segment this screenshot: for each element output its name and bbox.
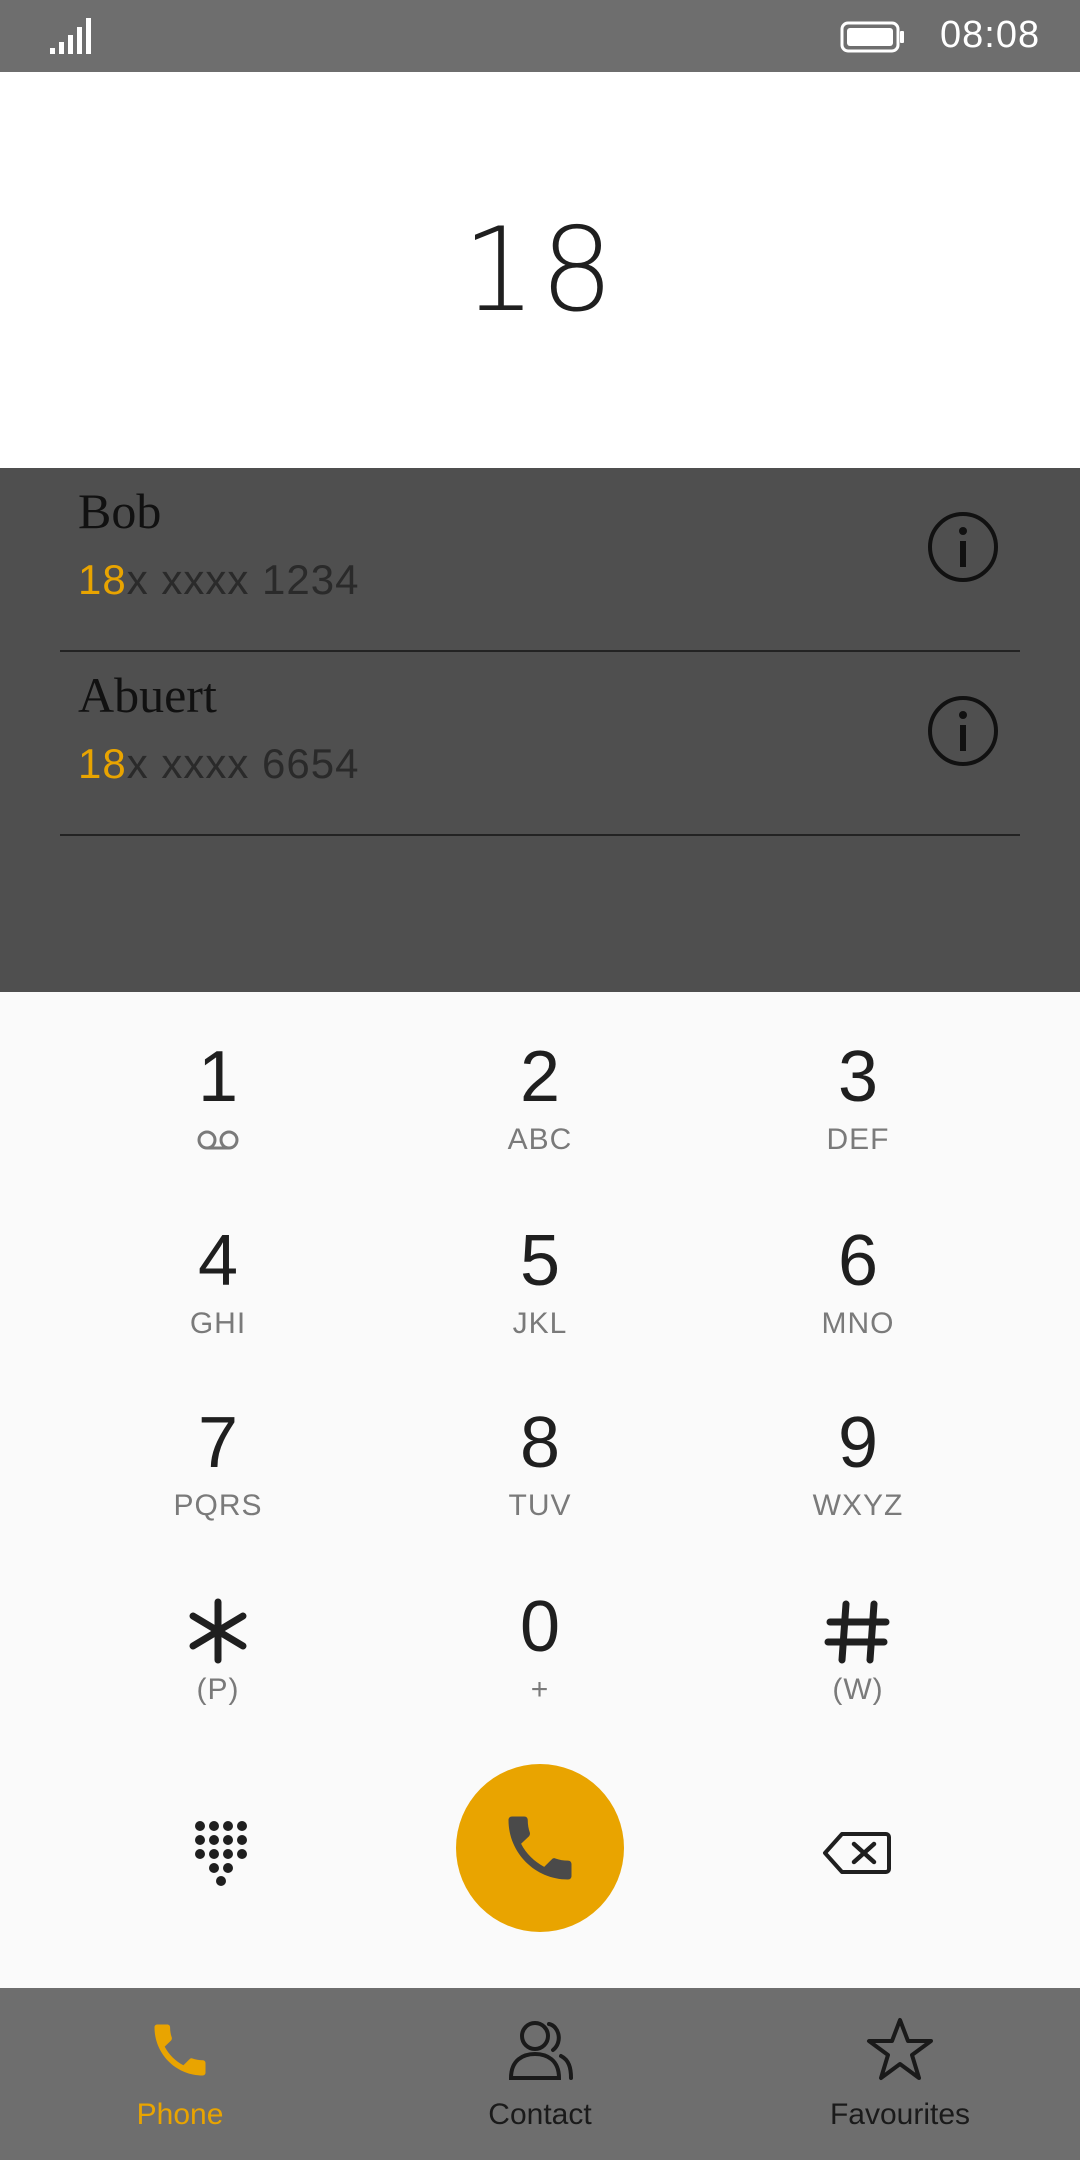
key-digit: 8	[519, 1403, 561, 1483]
contact-name: Bob	[78, 483, 162, 539]
key-hash[interactable]: (W)	[758, 1582, 958, 1732]
key-1[interactable]: 1	[118, 1032, 318, 1182]
key-letters: +	[530, 1673, 550, 1706]
key-digit: 0	[519, 1587, 561, 1667]
key-letters: (W)	[832, 1673, 884, 1706]
key-digit: 3	[837, 1037, 879, 1117]
key-letters: ABC	[507, 1123, 573, 1156]
status-time: 08:08	[940, 14, 1041, 56]
number-match-highlight: 18	[78, 740, 127, 787]
key-4[interactable]: 4 GHI	[118, 1216, 318, 1366]
key-digit: 2	[519, 1037, 561, 1117]
key-2[interactable]: 2 ABC	[440, 1032, 640, 1182]
matching-contacts-list: Bob 18x xxxx 1234 Abuert 18x xxxx 6654	[0, 468, 1080, 992]
hash-icon	[824, 1600, 890, 1664]
phone-icon	[154, 2024, 206, 2076]
key-star[interactable]: (P)	[118, 1582, 318, 1732]
dialed-number: 18	[462, 202, 618, 338]
number-rest: x xxxx 1234	[126, 556, 360, 603]
key-letters: (P)	[196, 1673, 240, 1706]
key-digit: 1	[197, 1037, 239, 1117]
key-letters: MNO	[821, 1307, 895, 1340]
nav-label: Phone	[136, 2098, 224, 2131]
key-letters: WXYZ	[812, 1489, 904, 1522]
nav-tab-favourites[interactable]: Favourites	[760, 1988, 1040, 2160]
info-icon[interactable]	[926, 510, 1000, 584]
key-6[interactable]: 6 MNO	[758, 1216, 958, 1366]
contact-result-item[interactable]: Bob 18x xxxx 1234	[60, 468, 1020, 652]
contact-number: 18x xxxx 1234	[78, 556, 360, 604]
key-digit: 9	[837, 1403, 879, 1483]
key-5[interactable]: 5 JKL	[440, 1216, 640, 1366]
dialed-number-display: 18	[0, 72, 1080, 468]
dialer-action-row	[0, 1758, 1080, 1938]
key-digit: 4	[197, 1221, 239, 1301]
key-letters: JKL	[512, 1307, 568, 1340]
key-8[interactable]: 8 TUV	[440, 1398, 640, 1548]
phone-icon	[508, 1816, 572, 1880]
dialpad-icon[interactable]	[190, 1818, 256, 1888]
nav-label: Favourites	[829, 2098, 971, 2131]
status-bar: 08:08	[0, 0, 1080, 72]
contact-number: 18x xxxx 6654	[78, 740, 360, 788]
key-letters: PQRS	[173, 1489, 263, 1522]
signal-icon	[50, 18, 91, 54]
voicemail-icon	[197, 1130, 239, 1150]
key-9[interactable]: 9 WXYZ	[758, 1398, 958, 1548]
key-digit: 5	[519, 1221, 561, 1301]
call-button[interactable]	[456, 1764, 624, 1932]
nav-tab-phone[interactable]: Phone	[40, 1988, 320, 2160]
backspace-icon[interactable]	[822, 1830, 892, 1876]
key-digit: 7	[197, 1403, 239, 1483]
info-icon[interactable]	[926, 694, 1000, 768]
key-letters: TUV	[508, 1489, 572, 1522]
key-3[interactable]: 3 DEF	[758, 1032, 958, 1182]
contact-result-item[interactable]: Abuert 18x xxxx 6654	[60, 652, 1020, 836]
key-7[interactable]: 7 PQRS	[118, 1398, 318, 1548]
star-icon	[867, 2018, 933, 2080]
nav-tab-contact[interactable]: Contact	[400, 1988, 680, 2160]
key-0[interactable]: 0 +	[440, 1582, 640, 1732]
number-rest: x xxxx 6654	[126, 740, 360, 787]
contact-icon	[508, 2021, 573, 2080]
key-letters: GHI	[189, 1307, 247, 1340]
battery-icon	[840, 21, 904, 53]
key-digit: 6	[837, 1221, 879, 1301]
asterisk-icon	[189, 1598, 247, 1664]
bottom-navigation: Phone Contact Favourites	[0, 1988, 1080, 2160]
contact-name: Abuert	[78, 667, 217, 723]
number-match-highlight: 18	[78, 556, 127, 603]
key-letters: DEF	[826, 1123, 890, 1156]
nav-label: Contact	[488, 2098, 592, 2131]
